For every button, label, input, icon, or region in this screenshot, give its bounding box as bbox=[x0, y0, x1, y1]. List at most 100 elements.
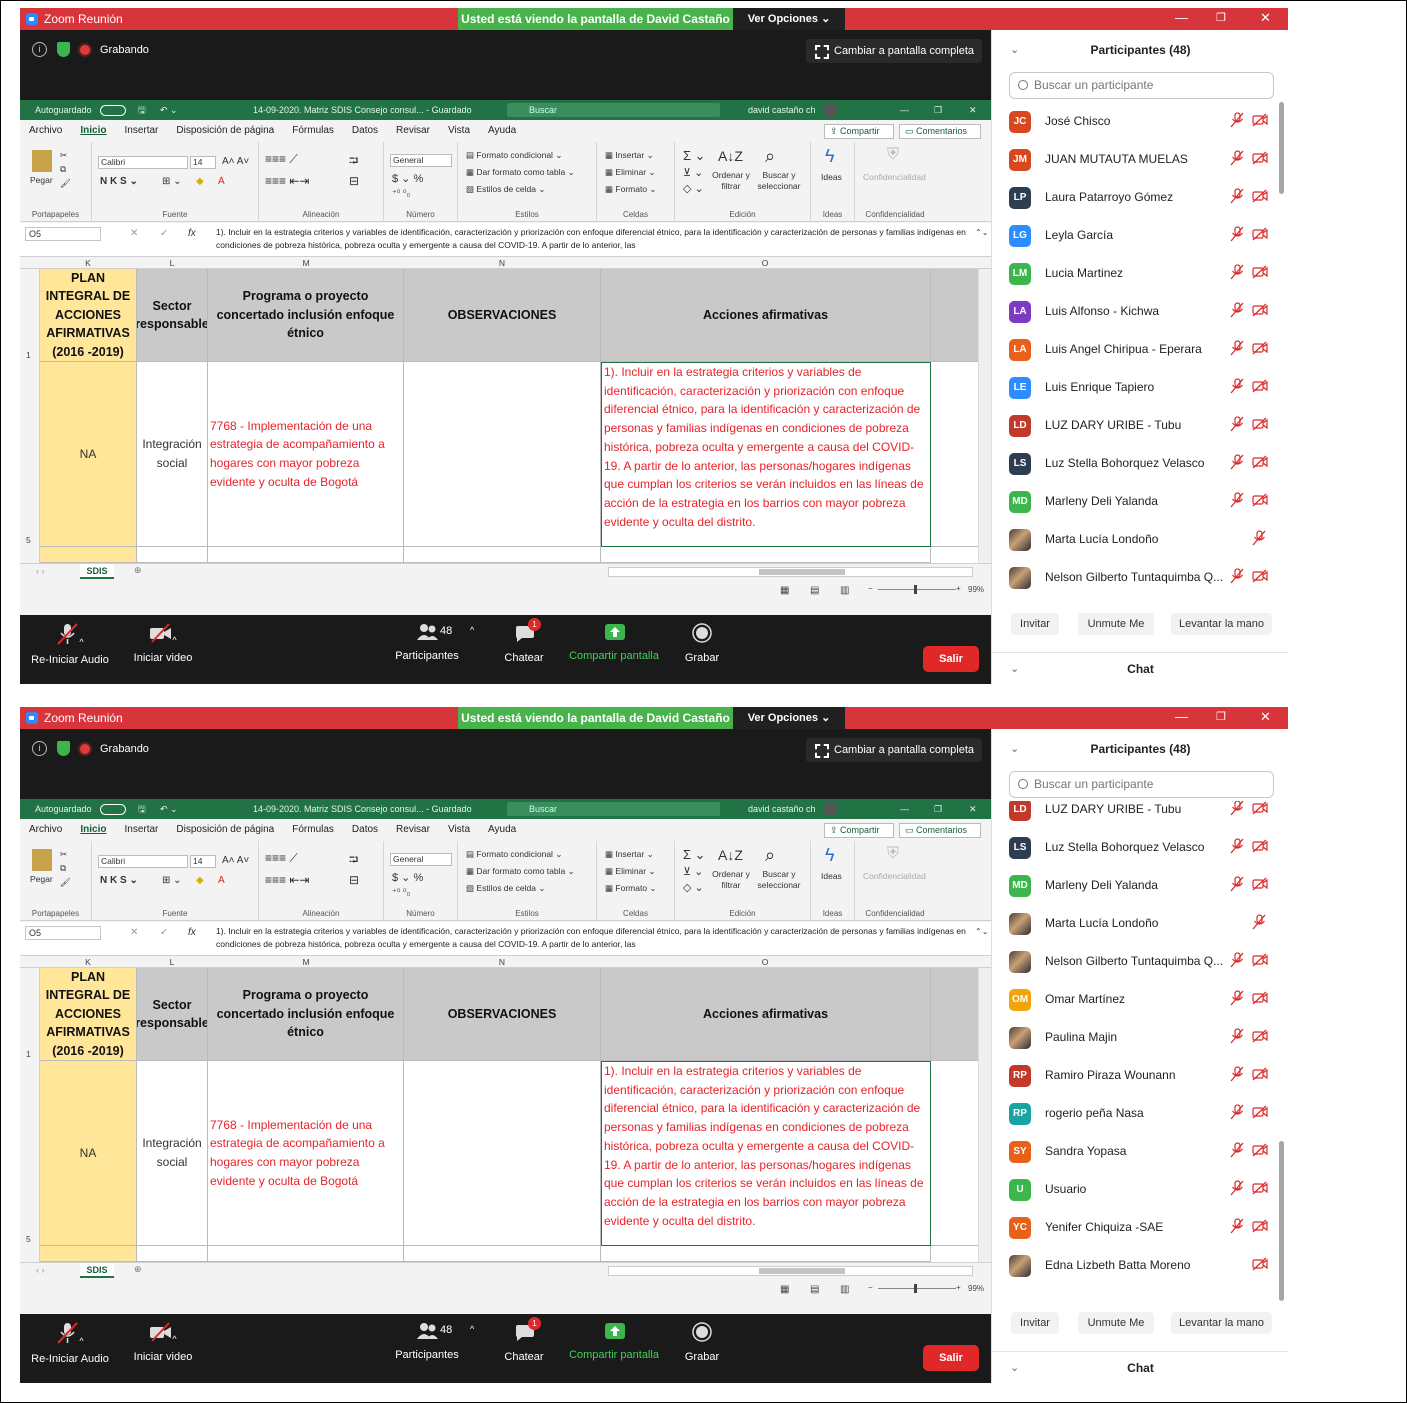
participant-row[interactable]: LA Luis Alfonso - Kichwa bbox=[992, 292, 1288, 330]
excel-minimize-icon[interactable]: — bbox=[900, 100, 909, 120]
clear-icon[interactable]: ◇ ⌄ bbox=[683, 881, 704, 894]
name-box[interactable]: O5 bbox=[25, 227, 101, 241]
row-header-5[interactable]: 5 bbox=[20, 362, 40, 547]
normal-view-icon[interactable]: ▦ bbox=[780, 585, 789, 596]
cell-o6[interactable] bbox=[601, 547, 931, 563]
header-o[interactable]: Acciones afirmativas bbox=[601, 269, 931, 362]
cell-o5[interactable]: 1). Incluir en la estrategia criterios y… bbox=[601, 362, 931, 547]
fill-color-icon[interactable]: ◆ bbox=[196, 176, 204, 187]
bold-italic-underline-icons[interactable]: N K S ⌄ bbox=[100, 875, 138, 886]
page-break-icon[interactable]: ▥ bbox=[840, 585, 849, 596]
col-o[interactable]: O bbox=[600, 257, 930, 269]
participant-row[interactable]: LD LUZ DARY URIBE - Tubu bbox=[992, 801, 1288, 828]
cell-n6[interactable] bbox=[404, 1246, 601, 1262]
header-l[interactable]: Sector responsable bbox=[137, 269, 208, 362]
participant-row[interactable]: LG Leyla García bbox=[992, 216, 1288, 254]
participant-row[interactable]: LS Luz Stella Bohorquez Velasco bbox=[992, 828, 1288, 866]
chat-button[interactable]: 1 Chatear bbox=[498, 618, 550, 664]
expand-formula-icon[interactable]: ⌃⌄ bbox=[975, 927, 988, 936]
participant-row[interactable]: RP Ramiro Piraza Wounann bbox=[992, 1056, 1288, 1094]
user-avatar[interactable] bbox=[823, 103, 837, 117]
tab-archivo[interactable]: Archivo bbox=[20, 120, 71, 142]
find-select-label[interactable]: Buscar y seleccionar bbox=[753, 869, 805, 891]
page-break-icon[interactable]: ▥ bbox=[840, 1284, 849, 1295]
paste-label[interactable]: Pegar bbox=[30, 874, 53, 884]
participant-search-input[interactable]: Buscar un participante bbox=[1009, 771, 1274, 798]
paste-icon[interactable] bbox=[32, 150, 52, 172]
participant-row[interactable]: Marta Lucía Londoño bbox=[992, 520, 1288, 558]
autosum-icon[interactable]: Σ ⌄ bbox=[683, 148, 706, 164]
cell-k5[interactable]: NA bbox=[40, 1061, 137, 1246]
cut-icon[interactable]: ✂ bbox=[60, 150, 67, 161]
col-l[interactable]: L bbox=[136, 956, 208, 968]
participant-row[interactable]: Edna Lizbeth Batta Moreno bbox=[992, 1246, 1288, 1284]
ideas-button-label[interactable]: Ideas bbox=[821, 871, 842, 881]
header-m[interactable]: Programa o proyecto concertado inclusión… bbox=[208, 968, 404, 1061]
share-button[interactable]: ⇪ Compartir bbox=[824, 124, 894, 139]
excel-minimize-icon[interactable]: — bbox=[900, 799, 909, 819]
raise-hand-button[interactable]: Levantar la mano bbox=[1171, 1312, 1272, 1334]
share-screen-button[interactable]: Compartir pantalla bbox=[564, 1322, 664, 1361]
header-l[interactable]: Sector responsable bbox=[137, 968, 208, 1061]
sheet-nav-icons[interactable]: ‹ › bbox=[36, 1265, 45, 1275]
col-m[interactable]: M bbox=[208, 257, 404, 269]
insert-cells-button[interactable]: ▦ Insertar ⌄ bbox=[605, 849, 654, 860]
add-sheet-icon[interactable]: ⊕ bbox=[134, 565, 142, 576]
tab-formulas[interactable]: Fórmulas bbox=[283, 819, 343, 841]
share-button[interactable]: ⇪ Compartir bbox=[824, 823, 894, 838]
row-header-1[interactable]: 1 bbox=[20, 968, 40, 1061]
format-table-button[interactable]: ▦ Dar formato como tabla ⌄ bbox=[466, 866, 575, 877]
share-screen-button[interactable]: Compartir pantalla bbox=[564, 623, 664, 662]
cell-l6[interactable] bbox=[137, 547, 208, 563]
close-icon[interactable]: ✕ bbox=[1260, 709, 1271, 725]
participants-button[interactable]: 48 ^ Participantes bbox=[392, 623, 474, 662]
font-name-input[interactable]: Calibri bbox=[98, 855, 188, 868]
cell-o6[interactable] bbox=[601, 1246, 931, 1262]
tab-ayuda[interactable]: Ayuda bbox=[479, 819, 525, 841]
col-n[interactable]: N bbox=[404, 257, 600, 269]
row-header-1[interactable]: 1 bbox=[20, 269, 40, 362]
cell-k6[interactable] bbox=[40, 547, 137, 563]
excel-search[interactable]: Buscar bbox=[507, 103, 720, 117]
paste-label[interactable]: Pegar bbox=[30, 175, 53, 185]
zoom-slider[interactable] bbox=[878, 585, 956, 594]
restore-icon[interactable]: ❐ bbox=[1216, 11, 1226, 24]
raise-hand-button[interactable]: Levantar la mano bbox=[1171, 613, 1272, 635]
leave-button[interactable]: Salir bbox=[923, 1345, 979, 1371]
minimize-icon[interactable]: — bbox=[1175, 10, 1188, 25]
chat-section-header[interactable]: ⌄ Chat bbox=[992, 652, 1288, 684]
invite-button[interactable]: Invitar bbox=[1011, 613, 1059, 635]
cell-styles-button[interactable]: ▧ Estilos de celda ⌄ bbox=[466, 184, 545, 195]
record-button[interactable]: Grabar bbox=[680, 623, 724, 664]
cell-m5[interactable]: 7768 - Implementación de una estrategia … bbox=[208, 362, 404, 547]
fx-icon[interactable]: fx bbox=[188, 228, 196, 239]
zoom-out-icon[interactable]: − bbox=[868, 584, 873, 593]
participant-row[interactable]: LM Lucia Martinez bbox=[992, 254, 1288, 292]
cancel-icon[interactable]: ✕ bbox=[130, 228, 138, 239]
excel-restore-icon[interactable]: ❐ bbox=[934, 100, 942, 120]
view-options-button[interactable]: Ver Opciones ⌄ bbox=[733, 8, 845, 30]
comments-button[interactable]: ▭ Comentarios bbox=[899, 124, 981, 139]
align-horizontal-icons[interactable]: ≡≡≡ ⇤⇥ bbox=[265, 873, 309, 887]
participant-list-scrollbar[interactable] bbox=[1279, 1141, 1284, 1301]
formula-input[interactable]: 1). Incluir en la estrategia criterios y… bbox=[216, 226, 968, 252]
enter-icon[interactable]: ✓ bbox=[160, 228, 168, 239]
col-k[interactable]: K bbox=[40, 257, 136, 269]
format-table-button[interactable]: ▦ Dar formato como tabla ⌄ bbox=[466, 167, 575, 178]
participant-row[interactable]: LE Luis Enrique Tapiero bbox=[992, 368, 1288, 406]
font-color-icon[interactable]: A bbox=[218, 176, 225, 187]
participant-row[interactable]: YC Yenifer Chiquiza -SAE bbox=[992, 1208, 1288, 1246]
number-format-select[interactable]: General bbox=[390, 154, 452, 167]
tab-inicio[interactable]: Inicio bbox=[71, 819, 115, 841]
col-o[interactable]: O bbox=[600, 956, 930, 968]
cell-o5[interactable]: 1). Incluir en la estrategia criterios y… bbox=[601, 1061, 931, 1246]
audio-button[interactable]: ^ Re-Iniciar Audio bbox=[30, 623, 110, 666]
sort-filter-icon[interactable]: A↓Z bbox=[718, 148, 743, 164]
collapse-chevron-icon[interactable]: ⌄ bbox=[1010, 729, 1019, 769]
font-name-input[interactable]: Calibri bbox=[98, 156, 188, 169]
col-m[interactable]: M bbox=[208, 956, 404, 968]
clear-icon[interactable]: ◇ ⌄ bbox=[683, 182, 704, 195]
sort-filter-icon[interactable]: A↓Z bbox=[718, 847, 743, 863]
header-k[interactable]: PLAN INTEGRAL DE ACCIONES AFIRMATIVAS (2… bbox=[40, 968, 137, 1061]
merge-icon[interactable]: ⊟ bbox=[349, 873, 359, 887]
